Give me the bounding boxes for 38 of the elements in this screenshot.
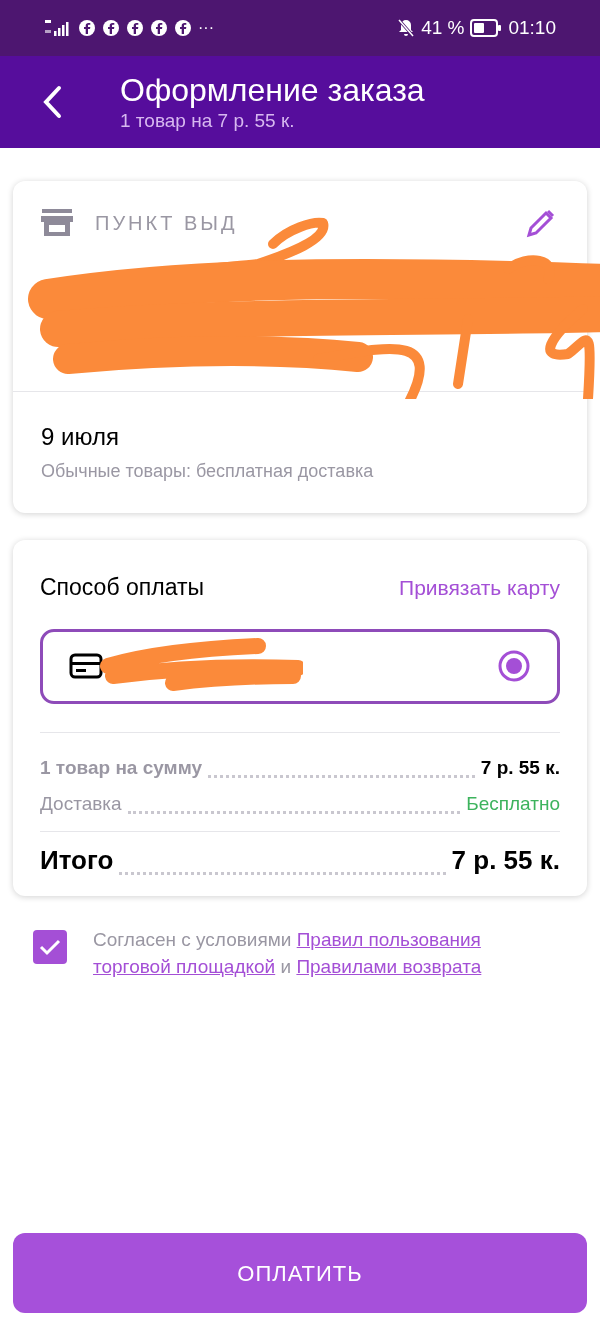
page-subtitle: 1 товар на 7 р. 55 к.: [120, 109, 296, 133]
radio-button[interactable]: [497, 649, 531, 683]
pencil-icon: [526, 208, 556, 238]
summary-label: 1 товар на сумму: [40, 756, 203, 780]
pay-button[interactable]: ОПЛАТИТЬ: [13, 1233, 587, 1313]
back-icon: [42, 85, 62, 119]
more-indicator: ···: [198, 20, 214, 36]
terms-link[interactable]: торговой площадкой: [93, 955, 276, 977]
app-notification-icon: [150, 19, 168, 37]
summary-label: Итого: [40, 843, 114, 877]
credit-card-icon: [69, 653, 103, 679]
terms-link[interactable]: Правилами возврата: [296, 955, 482, 977]
app-notification-icon: [102, 19, 120, 37]
delivery-note: Обычные товары: бесплатная доставка: [41, 460, 375, 483]
app-notification-icon: [78, 19, 96, 37]
battery-icon: [470, 19, 503, 37]
agreement-checkbox[interactable]: [33, 929, 67, 964]
checkmark-icon: [39, 937, 61, 956]
payment-method-option[interactable]: [40, 628, 560, 704]
app-notification-icon: [126, 19, 144, 37]
summary-value: 7 р. 55 к.: [480, 756, 560, 780]
summary-value: Бесплатно: [466, 792, 560, 816]
clock: 01:10: [508, 15, 556, 40]
app-notification-icon: [174, 19, 192, 37]
battery-percent: 41 %: [421, 15, 465, 40]
signal-icon: [44, 19, 72, 37]
delivery-date: 9 июля: [41, 422, 120, 452]
link-card-link[interactable]: Привязать карту: [399, 571, 560, 603]
section-label: ПУНКТ ВЫД: [95, 211, 238, 236]
page-title: Оформление заказа: [120, 71, 425, 109]
agreement-text: Согласен с условиями: [93, 928, 292, 950]
summary-value: 7 р. 55 к.: [451, 843, 560, 877]
store-icon: [41, 209, 73, 237]
summary-label: Доставка: [40, 792, 122, 816]
terms-link[interactable]: Правил пользования: [296, 928, 481, 950]
agreement-text: и: [280, 955, 292, 977]
bell-off-icon: [397, 18, 416, 38]
section-title: Способ оплаты: [40, 573, 204, 602]
